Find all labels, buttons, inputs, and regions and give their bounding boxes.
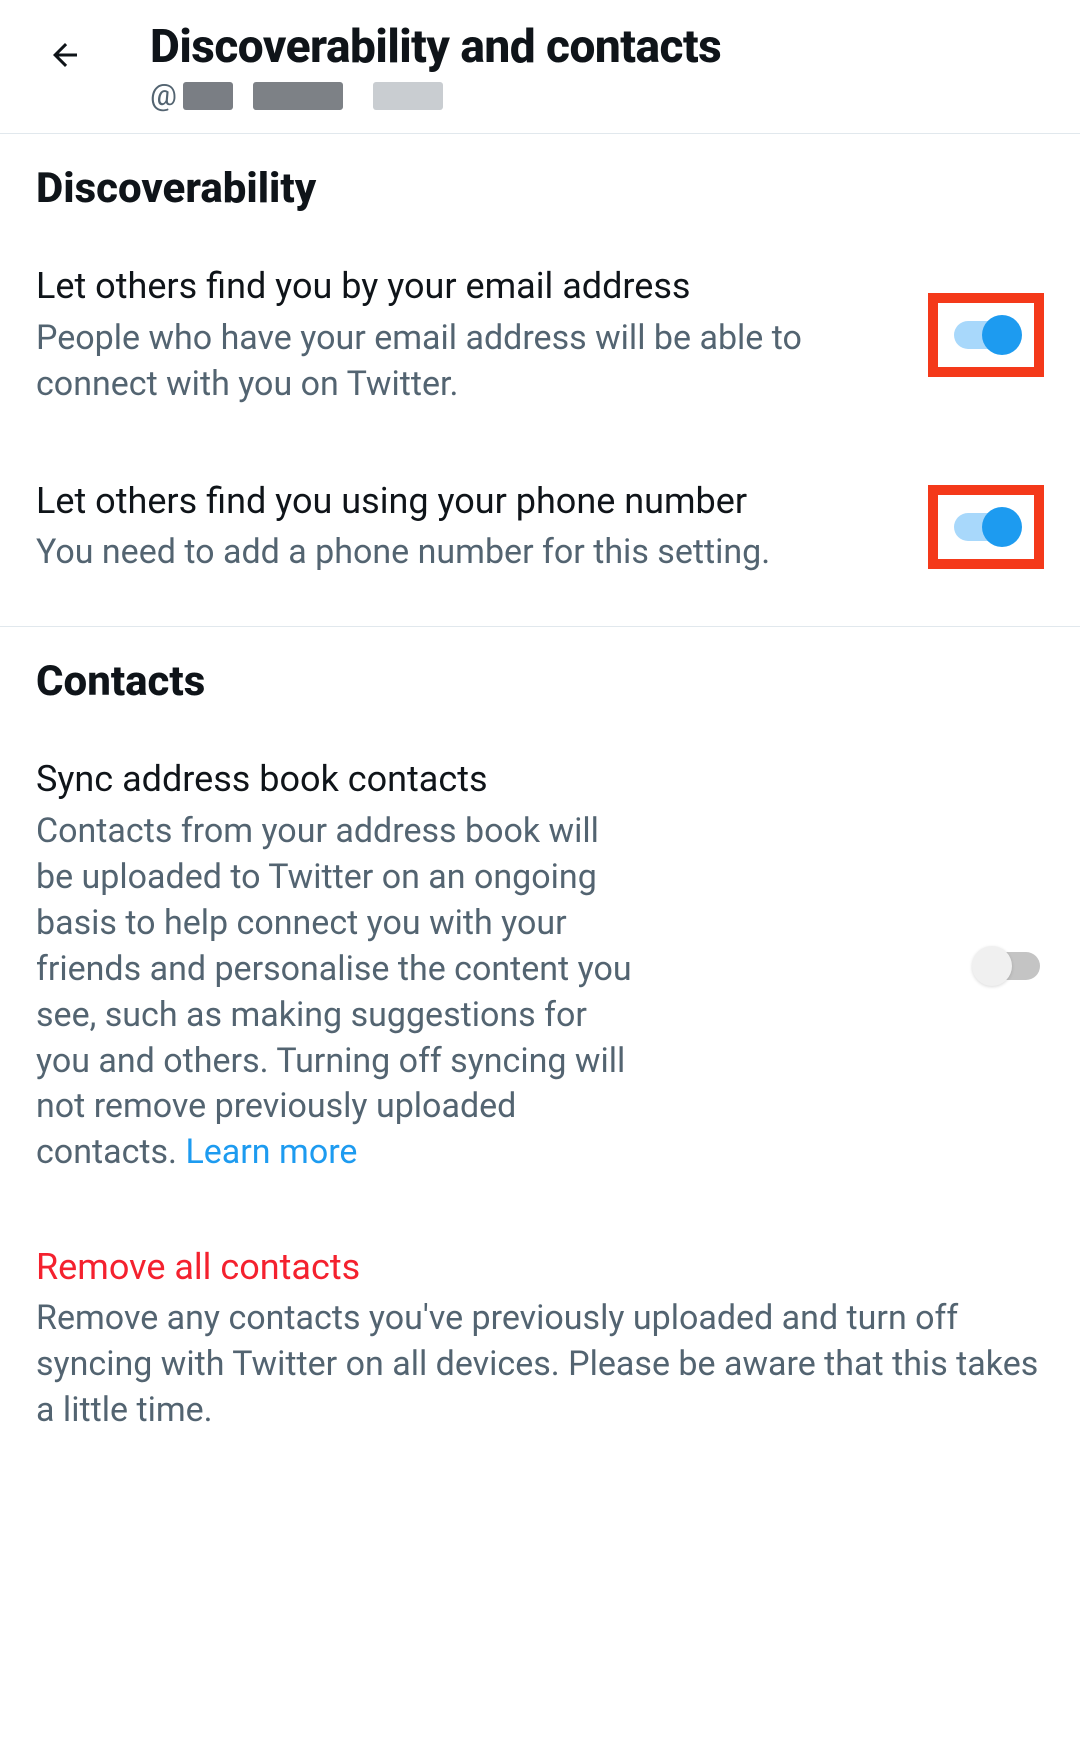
sync-contacts-label: Sync address book contacts	[36, 756, 636, 803]
sync-contacts-toggle[interactable]	[972, 946, 1044, 986]
find-by-phone-text: Let others find you using your phone num…	[36, 478, 928, 577]
contacts-section-title: Contacts	[36, 657, 1044, 706]
remove-contacts-row[interactable]: Remove all contacts Remove any contacts …	[36, 1246, 1044, 1434]
find-by-email-label: Let others find you by your email addres…	[36, 263, 888, 310]
sync-contacts-text: Sync address book contacts Contacts from…	[36, 756, 676, 1176]
find-by-email-toggle[interactable]	[950, 315, 1022, 355]
contacts-section: Contacts Sync address book contacts Cont…	[0, 627, 1080, 1464]
find-by-phone-desc: You need to add a phone number for this …	[36, 530, 888, 576]
find-by-email-text: Let others find you by your email addres…	[36, 263, 928, 408]
page-title: Discoverability and contacts	[150, 20, 1050, 74]
find-by-phone-highlight	[928, 485, 1044, 569]
redacted-username-part	[253, 82, 343, 110]
find-by-phone-toggle[interactable]	[950, 507, 1022, 547]
arrow-left-icon	[47, 37, 83, 73]
header-text-block: Discoverability and contacts @	[150, 20, 1050, 113]
remove-contacts-desc: Remove any contacts you've previously up…	[36, 1296, 1044, 1434]
find-by-email-highlight	[928, 293, 1044, 377]
redacted-username-part	[183, 82, 233, 110]
discoverability-section: Discoverability Let others find you by y…	[0, 134, 1080, 626]
learn-more-link[interactable]: Learn more	[185, 1132, 357, 1172]
page-header: Discoverability and contacts @	[0, 0, 1080, 134]
find-by-email-row: Let others find you by your email addres…	[36, 263, 1044, 408]
username-row: @	[150, 78, 1050, 113]
find-by-phone-label: Let others find you using your phone num…	[36, 478, 888, 525]
back-button[interactable]	[40, 30, 90, 80]
discoverability-section-title: Discoverability	[36, 164, 1044, 213]
find-by-email-desc: People who have your email address will …	[36, 316, 888, 408]
find-by-phone-row: Let others find you using your phone num…	[36, 478, 1044, 577]
sync-contacts-row: Sync address book contacts Contacts from…	[36, 756, 1044, 1176]
username-at: @	[150, 78, 177, 113]
sync-contacts-desc: Contacts from your address book will be …	[36, 809, 636, 1176]
remove-contacts-label: Remove all contacts	[36, 1246, 1044, 1288]
redacted-username-part	[373, 82, 443, 110]
